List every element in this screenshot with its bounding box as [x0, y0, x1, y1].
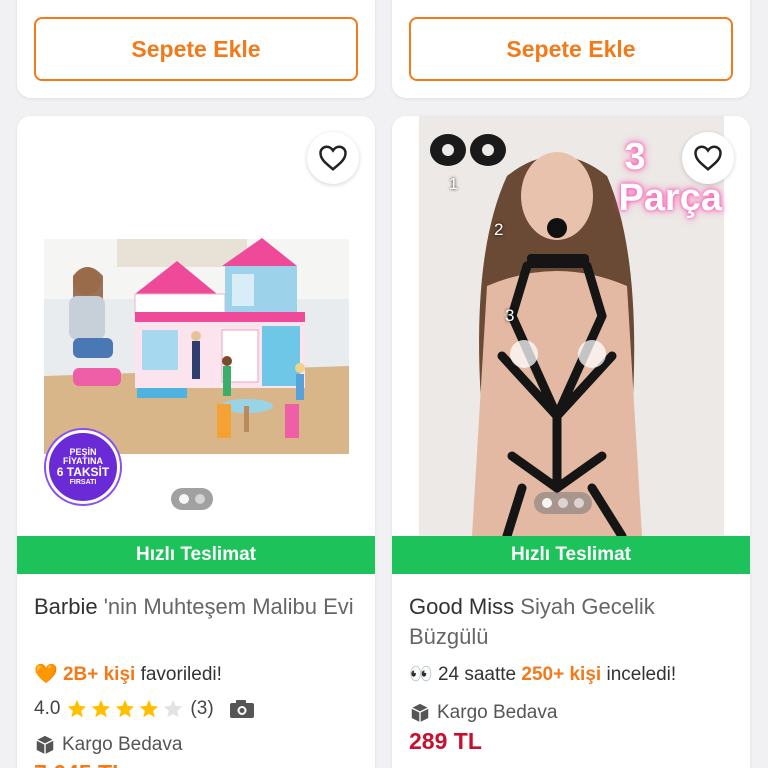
product-brand: Barbie [34, 594, 98, 619]
favorite-button[interactable] [307, 132, 359, 184]
heart-icon [694, 145, 722, 171]
star-empty-icon [164, 699, 183, 718]
rating-value: 4.0 [34, 698, 61, 719]
star-filled-icon [140, 699, 159, 718]
carousel-dot[interactable] [195, 494, 205, 504]
star-filled-icon [92, 699, 111, 718]
free-shipping-label: Kargo Bedava [62, 734, 183, 755]
package-icon [36, 735, 54, 755]
eyes-icon: 👀 [409, 664, 433, 685]
fast-delivery-banner: Hızlı Teslimat [392, 536, 750, 574]
social-count: 250+ kişi [521, 664, 602, 685]
product-card-barbie[interactable]: PEŞİN FİYATINA 6 TAKSİT FIRSATI Hızlı Te… [17, 116, 375, 768]
badge-line: FIRSATI [69, 479, 97, 487]
social-proof: 🧡 2B+ kişi favoriledi! [34, 662, 222, 686]
star-filled-icon [116, 699, 135, 718]
add-to-cart-button[interactable]: Sepete Ekle [409, 17, 733, 81]
product-brand: Good Miss [409, 594, 515, 619]
pieces-label: Parça [618, 177, 722, 219]
badge-line: 6 TAKSİT [56, 465, 110, 480]
star-filled-icon [68, 699, 87, 718]
rating-row: 4.0 (3) [34, 698, 256, 720]
product-price: 289 TL [409, 728, 482, 754]
carousel-dot[interactable] [558, 498, 568, 508]
orange-heart-icon: 🧡 [34, 664, 58, 685]
product-card-goodmiss[interactable]: 1 2 3 3 Parça Hızlı Teslimat Good Miss S… [392, 116, 750, 768]
product-price: 7.645 TL [34, 760, 126, 768]
camera-icon [229, 700, 254, 718]
review-count: (3) [190, 698, 214, 719]
fast-delivery-banner: Hızlı Teslimat [17, 536, 375, 574]
carousel-dots[interactable] [534, 492, 592, 514]
social-prefix: 24 saatte [437, 664, 522, 685]
carousel-dot[interactable] [574, 498, 584, 508]
heart-icon [319, 145, 347, 171]
social-proof: 👀 24 saatte 250+ kişi inceledi! [409, 662, 676, 686]
marker-label: 2 [494, 220, 504, 239]
carousel-dot[interactable] [179, 494, 189, 504]
installment-badge: PEŞİN FİYATINA 6 TAKSİT FIRSATI [46, 430, 120, 504]
star-rating [66, 698, 184, 720]
social-count: 2B+ kişi [62, 664, 136, 685]
free-shipping: Kargo Bedava [34, 734, 182, 756]
free-shipping-label: Kargo Bedava [437, 702, 558, 723]
carousel-dots[interactable] [171, 488, 213, 510]
social-text: favoriledi! [135, 664, 222, 685]
product-card-top-right[interactable]: Sepete Ekle [392, 0, 750, 98]
product-grid: Sepete Ekle Sepete Ekle PEŞİN FİYATINA 6… [0, 0, 768, 768]
product-card-top-left[interactable]: Sepete Ekle [17, 0, 375, 98]
product-title[interactable]: Good Miss Siyah Gecelik Büzgülü [409, 592, 729, 652]
favorite-button[interactable] [682, 132, 734, 184]
product-title[interactable]: Barbie 'nin Muhteşem Malibu Evi [34, 592, 354, 622]
marker-label: 1 [449, 176, 458, 193]
marker-label: 3 [505, 306, 515, 325]
carousel-dot[interactable] [542, 498, 552, 508]
package-icon [411, 703, 429, 723]
product-name: 'nin Muhteşem Malibu Evi [97, 594, 354, 619]
add-to-cart-button[interactable]: Sepete Ekle [34, 17, 358, 81]
free-shipping: Kargo Bedava [409, 702, 557, 724]
social-text: inceledi! [601, 664, 677, 685]
